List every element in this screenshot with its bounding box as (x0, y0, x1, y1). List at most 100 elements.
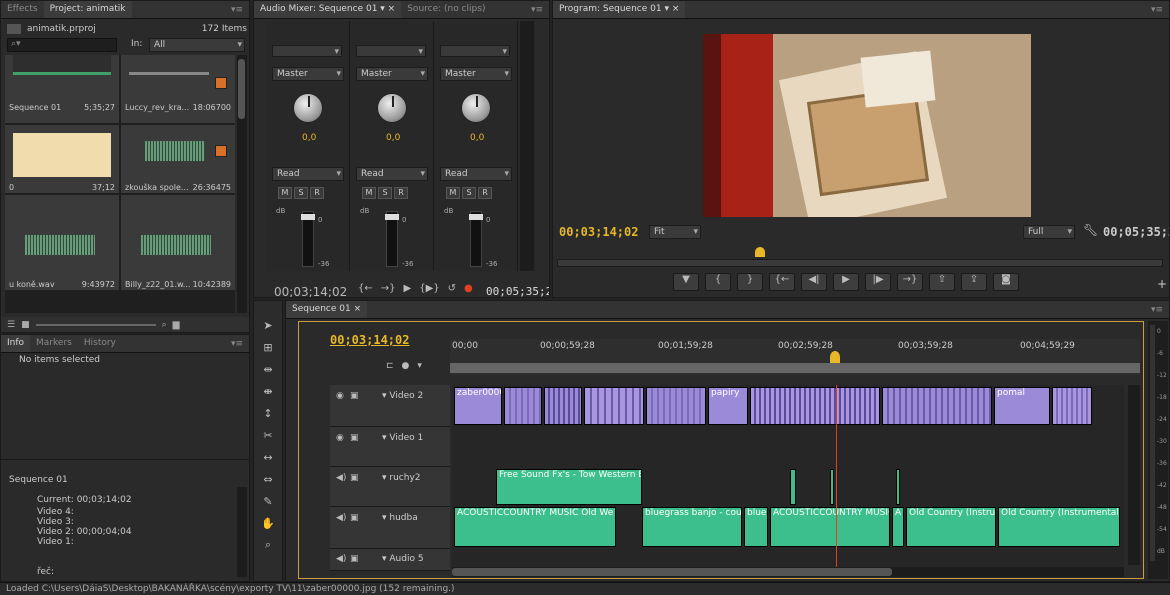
search-input[interactable]: ⌕▾ (7, 38, 117, 52)
automation-mode-select[interactable]: Read ▾ (440, 167, 512, 181)
slip-tool-icon[interactable]: ↔ (258, 447, 278, 467)
tab-info[interactable]: Info (1, 335, 31, 352)
clip-audio[interactable]: Old Country (Instrumental) (998, 507, 1120, 547)
clip-video[interactable] (584, 387, 644, 425)
export-frame-button[interactable]: ◙ (993, 273, 1019, 291)
mark-out-button[interactable]: } (737, 273, 763, 291)
tab-markers[interactable]: Markers (30, 335, 78, 352)
program-scrubber[interactable] (557, 259, 1163, 267)
lock-icon[interactable]: ▣ (350, 513, 359, 523)
automation-dropdown[interactable]: ▾ (272, 45, 342, 57)
volume-fader[interactable] (301, 211, 315, 267)
hand-tool-icon[interactable]: ✋ (258, 513, 278, 533)
program-timecode[interactable]: 00;03;14;02 (559, 225, 638, 239)
solo-button[interactable]: S (378, 187, 392, 199)
output-select[interactable]: Master ▾ (356, 67, 428, 81)
bin-item[interactable]: Luccy_rev_kra... 18:06700 (121, 55, 235, 123)
add-marker-button[interactable]: ▼ (673, 273, 699, 291)
track-header-ruchy2[interactable]: ◀) ▣ ▾ ruchy2 (330, 467, 450, 507)
tab-history[interactable]: History (78, 335, 122, 352)
tab-audio-mixer[interactable]: Audio Mixer: Sequence 01 ▾ × (254, 1, 402, 18)
zoom-slider[interactable] (35, 324, 156, 326)
record-button[interactable]: R (310, 187, 324, 199)
speaker-icon[interactable]: ◀) (336, 513, 346, 523)
clip-audio[interactable]: ACOUSTICCOUNTRY MUSIC Old We (454, 507, 616, 547)
mark-in-button[interactable]: { (705, 273, 731, 291)
clip-audio[interactable]: ACOUSTICCOUNTRY MUSIC (770, 507, 890, 547)
automation-dropdown[interactable]: ▾ (356, 45, 426, 57)
playhead-marker[interactable] (830, 351, 840, 363)
record-button[interactable]: R (478, 187, 492, 199)
panel-menu-icon[interactable]: ▾≡ (1145, 5, 1169, 15)
step-forward-button[interactable]: |▶ (865, 273, 891, 291)
work-area-bar[interactable] (450, 363, 1140, 373)
solo-button[interactable]: S (294, 187, 308, 199)
zoom-tool-icon[interactable]: ⌕ (258, 535, 278, 555)
play-button[interactable]: ▶ (833, 273, 859, 291)
automation-mode-select[interactable]: Read ▾ (272, 167, 344, 181)
go-to-in-icon[interactable]: {← (358, 283, 373, 294)
pen-tool-icon[interactable]: ✎ (258, 491, 278, 511)
bin-item[interactable]: u koně.wav 9:43972 (5, 195, 119, 290)
clip-audio[interactable]: bluegrass banjo - cou (642, 507, 742, 547)
clip-audio[interactable] (896, 469, 900, 505)
clip-video[interactable] (646, 387, 706, 425)
bin-item[interactable]: zkouška spole... 26:36475 (121, 125, 235, 193)
list-view-icon[interactable]: ☰ (7, 320, 15, 330)
selection-tool-icon[interactable]: ➤ (258, 315, 278, 335)
panel-menu-icon[interactable]: ▾≡ (225, 5, 249, 15)
mixer-scrollbar[interactable] (520, 21, 534, 271)
record-button[interactable]: R (394, 187, 408, 199)
new-bin-icon[interactable]: ▆ (173, 320, 180, 330)
quality-select[interactable]: Full ▾ (1023, 225, 1075, 239)
play-in-out-icon[interactable]: {▶} (419, 283, 439, 294)
clip-audio[interactable]: A (892, 507, 904, 547)
solo-button[interactable]: S (462, 187, 476, 199)
track-header-video-2[interactable]: ◉ ▣ ▾ Video 2 (330, 385, 450, 427)
add-marker-icon[interactable]: ▾ (417, 361, 422, 371)
tab-sequence[interactable]: Sequence 01 × (286, 301, 368, 318)
extract-button[interactable]: ⇪ (961, 273, 987, 291)
clip-video[interactable]: pomal (994, 387, 1050, 425)
track-header-video-1[interactable]: ◉ ▣ ▾ Video 1 (330, 427, 450, 467)
clip-audio[interactable] (790, 469, 796, 505)
clip-video[interactable] (750, 387, 880, 425)
add-button-icon[interactable]: + (1157, 277, 1167, 291)
clip-audio[interactable] (830, 469, 834, 505)
speaker-icon[interactable]: ◀) (336, 473, 346, 483)
automation-dropdown[interactable]: ▾ (440, 45, 510, 57)
timeline-timecode[interactable]: 00;03;14;02 (330, 333, 409, 347)
info-scrollbar[interactable] (237, 487, 247, 577)
go-to-out-button[interactable]: →} (897, 273, 923, 291)
marker-icon[interactable]: ● (402, 361, 410, 371)
timeline-vscroll[interactable] (1128, 385, 1140, 565)
lock-icon[interactable]: ▣ (350, 433, 359, 443)
clip-audio[interactable]: Free Sound Fx's - Tow Western E (496, 469, 642, 505)
lock-icon[interactable]: ▣ (350, 391, 359, 401)
clip-video[interactable]: papiry (708, 387, 748, 425)
lift-button[interactable]: ⇧ (929, 273, 955, 291)
track-header-audio-5[interactable]: ◀) ▣ ▾ Audio 5 (330, 549, 450, 571)
output-select[interactable]: Master ▾ (272, 67, 344, 81)
pan-knob[interactable] (377, 93, 407, 123)
slide-tool-icon[interactable]: ⇔ (258, 469, 278, 489)
tab-source[interactable]: Source: (no clips) (401, 1, 491, 18)
step-back-button[interactable]: ◀| (801, 273, 827, 291)
bin-item[interactable]: Sequence 01 5;35;27 (5, 55, 119, 123)
go-to-out-icon[interactable]: →} (381, 283, 396, 294)
clip-video[interactable] (544, 387, 582, 425)
track-header-hudba[interactable]: ◀) ▣ ▾ hudba (330, 507, 450, 549)
mute-button[interactable]: M (278, 187, 292, 199)
bin-item[interactable]: Billy_z22_01.w... 10:42389 (121, 195, 235, 290)
output-select[interactable]: Master ▾ (440, 67, 512, 81)
find-icon[interactable]: ⌕ (162, 320, 167, 330)
automation-mode-select[interactable]: Read ▾ (356, 167, 428, 181)
tab-project[interactable]: Project: animatik (43, 1, 132, 18)
rate-stretch-tool-icon[interactable]: ↕ (258, 403, 278, 423)
pan-knob[interactable] (293, 93, 323, 123)
speaker-icon[interactable]: ◀) (336, 554, 346, 564)
volume-fader[interactable] (385, 211, 399, 267)
record-icon[interactable]: ● (464, 283, 473, 294)
panel-menu-icon[interactable]: ▾≡ (525, 5, 549, 15)
loop-icon[interactable]: ↺ (448, 283, 456, 294)
